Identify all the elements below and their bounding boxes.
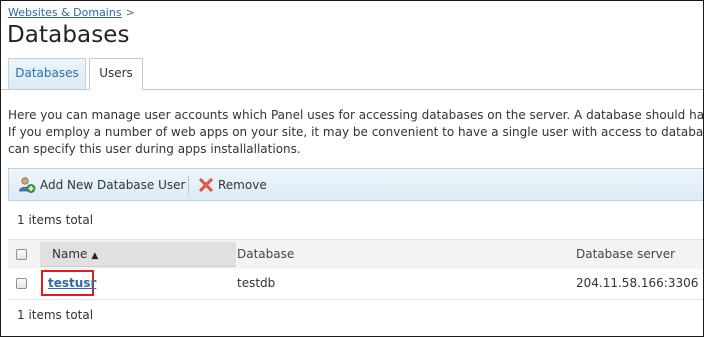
name-column-label: Name: [52, 247, 88, 261]
remove-label: Remove: [218, 177, 267, 192]
page-title: Databases: [7, 22, 130, 48]
breadcrumb-separator: >: [125, 6, 135, 19]
add-database-user-button[interactable]: Add New Database User: [18, 169, 185, 200]
tab-databases[interactable]: Databases: [8, 58, 86, 89]
name-column-header[interactable]: Name ▲: [52, 247, 98, 261]
table-header: Name ▲ Database Database server: [8, 239, 703, 270]
toolbar-separator: [188, 176, 189, 195]
row-database: testdb: [237, 276, 276, 290]
tab-users[interactable]: Users: [89, 58, 143, 90]
remove-x-icon: [199, 178, 213, 191]
description-line-1: Here you can manage user accounts which …: [8, 108, 704, 122]
breadcrumb: Websites & Domains >: [8, 6, 135, 19]
add-user-icon: [19, 176, 36, 193]
description-line-2: If you employ a number of web apps on yo…: [8, 125, 704, 139]
add-database-user-label: Add New Database User: [40, 177, 186, 192]
database-server-column-header[interactable]: Database server: [576, 247, 675, 261]
database-column-header[interactable]: Database: [237, 247, 294, 261]
row-database-server: 204.11.58.166:3306: [576, 276, 699, 290]
panel-window: Websites & Domains > Databases Databases …: [0, 0, 704, 337]
items-total-top: 1 items total: [17, 213, 94, 227]
description-line-3: can specify this user during apps instal…: [8, 142, 301, 156]
user-name-link[interactable]: testusr: [48, 276, 96, 290]
row-checkbox[interactable]: [16, 278, 27, 289]
toolbar: Add New Database User Remove: [8, 168, 703, 201]
sort-ascending-icon: ▲: [91, 251, 99, 261]
page-description: Here you can manage user accounts which …: [8, 107, 704, 158]
breadcrumb-websites-domains-link[interactable]: Websites & Domains: [8, 6, 122, 19]
remove-button[interactable]: Remove: [198, 169, 267, 200]
items-total-bottom: 1 items total: [17, 308, 94, 322]
highlight-box: testusr: [41, 270, 96, 296]
table-row: testusr testdb 204.11.58.166:3306: [8, 269, 703, 300]
select-all-checkbox[interactable]: [16, 249, 27, 260]
